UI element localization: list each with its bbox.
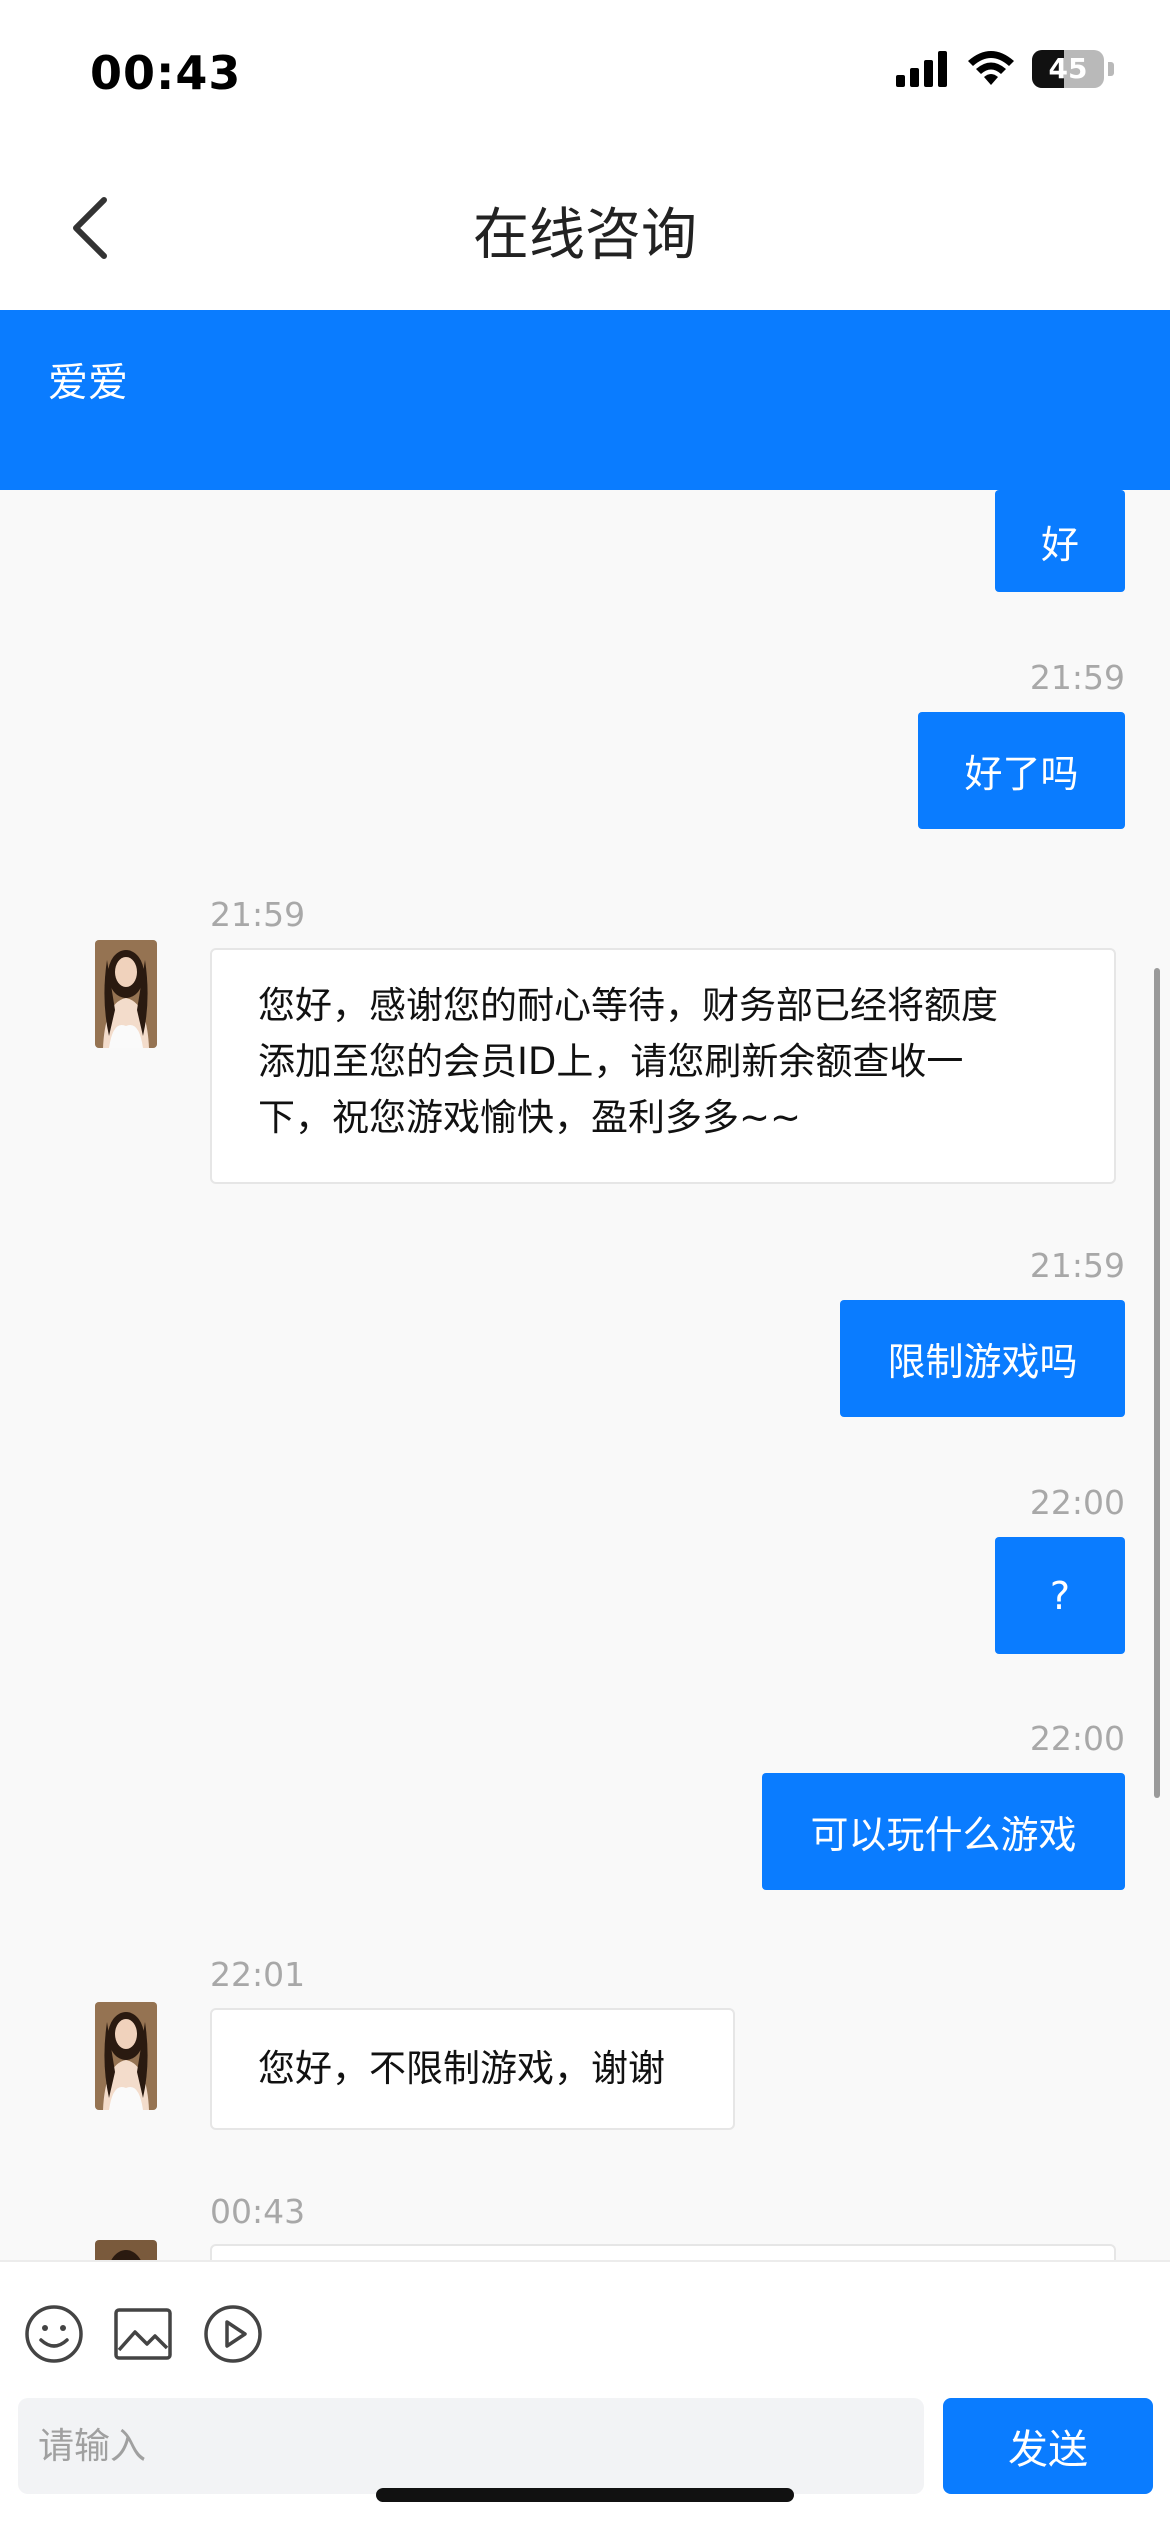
message-bubble-out: 限制游戏吗: [840, 1300, 1125, 1417]
agent-avatar: [95, 940, 157, 1048]
send-button[interactable]: 发送: [943, 2398, 1153, 2494]
message-input[interactable]: [18, 2398, 924, 2494]
agent-name: 爱爱: [48, 360, 128, 406]
agent-avatar-image: [95, 940, 157, 1048]
message-timestamp: 22:00: [1029, 1719, 1125, 1758]
battery-icon: 45: [1032, 50, 1104, 88]
agent-banner: 爱爱: [0, 310, 1170, 490]
message-timestamp: 00:43: [210, 2192, 306, 2231]
smiley-icon[interactable]: [24, 2304, 84, 2364]
message-bubble-out: ?: [995, 1537, 1125, 1654]
scrollbar[interactable]: [1154, 968, 1160, 1798]
message-line: 您好，感谢您的耐心等待，财务部已经将额度: [258, 984, 998, 1027]
message-timestamp: 22:00: [1029, 1483, 1125, 1522]
page-title: 在线咨询: [473, 203, 697, 268]
message-bubble-out: 好了吗: [918, 712, 1125, 829]
home-indicator[interactable]: [376, 2488, 794, 2502]
play-circle-icon[interactable]: [203, 2304, 263, 2364]
agent-avatar-image: [95, 2240, 157, 2260]
image-icon[interactable]: [113, 2304, 173, 2364]
agent-avatar-image: [95, 2002, 157, 2110]
message-bubble-in: 您好，感谢您的耐心等待，财务部已经将额度 添加至您的会员ID上，请您刷新余额查收…: [210, 948, 1116, 1184]
status-time: 00:43: [90, 46, 242, 100]
message-timestamp: 21:59: [1029, 1246, 1125, 1285]
wifi-icon: [968, 51, 1014, 85]
message-line: 下，祝您游戏愉快，盈利多多~~: [258, 1096, 802, 1139]
signal-icon: [896, 51, 947, 87]
nav-bar: 在线咨询: [0, 150, 1170, 310]
status-bar: 00:43 45: [0, 0, 1170, 150]
message-line: 添加至您的会员ID上，请您刷新余额查收一: [258, 1040, 964, 1083]
agent-avatar: [95, 2002, 157, 2110]
message-bubble-in: [210, 2244, 1116, 2260]
message-timestamp: 21:59: [210, 895, 306, 934]
message-bubble-out: 可以玩什么游戏: [762, 1773, 1125, 1890]
battery-cap: [1108, 62, 1114, 76]
status-icons: 45: [896, 50, 1114, 88]
message-timestamp: 21:59: [1029, 658, 1125, 697]
agent-avatar: [95, 2240, 157, 2260]
battery-level: 45: [1048, 52, 1088, 85]
chat-screen: 00:43 45 在线咨询 爱爱 好 21:59 好了吗 21:59 您好，感谢…: [0, 0, 1170, 2532]
message-list[interactable]: 好 21:59 好了吗 21:59 您好，感谢您的耐心等待，财务部已经将额度 添…: [0, 490, 1170, 2260]
message-bubble-out: 好: [995, 490, 1125, 592]
message-timestamp: 22:01: [210, 1955, 306, 1994]
message-line: 您好，不限制游戏，谢谢: [258, 2047, 665, 2090]
message-bubble-in: 您好，不限制游戏，谢谢: [210, 2008, 735, 2130]
